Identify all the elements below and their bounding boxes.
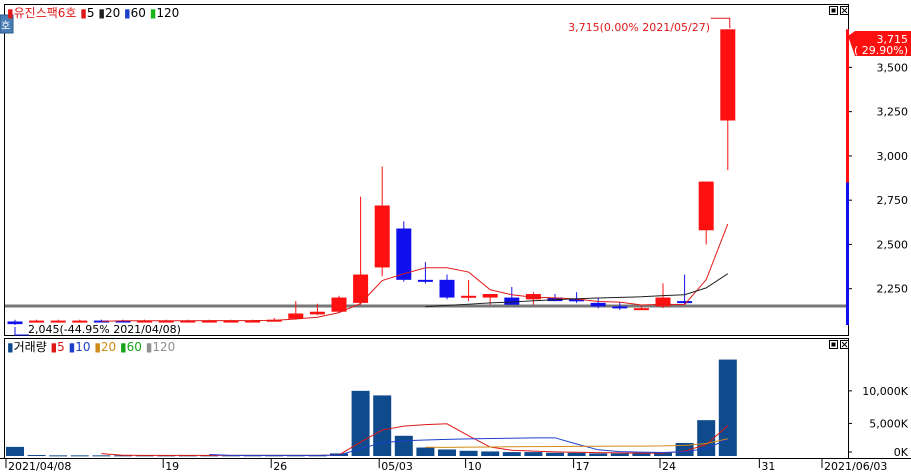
candle-body (655, 297, 671, 307)
vol-ma-label: 20 (101, 340, 116, 354)
high-annotation: 3,715(0.00% 2021/05/27) (568, 21, 710, 34)
maximize-glyph (831, 8, 836, 13)
volume-bar (70, 455, 89, 457)
ma-label: 5 (87, 6, 95, 20)
candle-body (417, 279, 433, 282)
candle-body (504, 297, 520, 305)
candle-body (288, 313, 304, 319)
volume-bar (373, 395, 392, 456)
candle-body (439, 279, 455, 298)
candle-body (353, 274, 369, 303)
volume-bar (459, 450, 478, 456)
ma-marker: ▮ (76, 6, 86, 20)
ma-marker: ▮ (47, 340, 57, 354)
ma-marker: ▮ (120, 6, 130, 20)
low-annotation: 2,045(-44.95% 2021/04/08) (28, 323, 181, 336)
volume-legend: ▮거래량 ▮5 ▮10 ▮20 ▮60 ▮120 (7, 340, 175, 354)
volume-bar (589, 453, 608, 456)
vol-ma-label: 120 (152, 340, 175, 354)
y-tick-label: 2,500 (877, 238, 909, 251)
candle-body (7, 321, 23, 325)
ma-marker: ▮ (65, 340, 75, 354)
series-marker: ▮ (7, 340, 14, 354)
series-marker: ▮ (7, 6, 14, 20)
ma-marker: ▮ (95, 6, 105, 20)
vol-ma-label: 5 (57, 340, 65, 354)
ma-marker: ▮ (91, 340, 101, 354)
candle-body (482, 294, 498, 298)
y-tick-label: 3,250 (877, 106, 909, 119)
ma-marker: ▮ (146, 6, 156, 20)
volume-bar (481, 451, 500, 456)
level-bar-up (846, 29, 849, 183)
volume-bar (502, 452, 521, 456)
x-tick-label: 31 (761, 460, 775, 473)
ma-label: 60 (131, 6, 146, 20)
x-tick-label: 2021/06/03 (824, 460, 887, 473)
y-tick-label: 2,750 (877, 194, 909, 207)
candle-body (461, 295, 477, 298)
y-tick-label: 3,000 (877, 150, 909, 163)
ma-marker: ▮ (142, 340, 152, 354)
volume-bar (610, 453, 629, 456)
stock-name: 유진스팩6호 (14, 6, 77, 20)
side-tab-label: 호 (1, 20, 10, 32)
candle-body (677, 301, 693, 304)
volume-bar (416, 447, 435, 456)
price-tag-change: ( 29.90%) (854, 44, 908, 57)
volume-bar (524, 452, 543, 456)
ma-marker: ▮ (116, 340, 126, 354)
volume-tick-label: 5,000K (869, 417, 908, 430)
candle-body (590, 302, 606, 307)
volume-bar (697, 420, 716, 456)
candle-body (633, 308, 649, 311)
volume-bar (567, 452, 586, 456)
x-tick-label: 05/03 (381, 460, 413, 473)
volume-bar (49, 455, 68, 457)
volume-bar (546, 452, 564, 456)
candle-body (698, 181, 714, 231)
x-tick-label: 26 (273, 460, 287, 473)
stock-chart: 호▮유진스팩6호 ▮5 ▮20 ▮60 ▮120▮거래량 ▮5 ▮10 ▮20 … (0, 4, 911, 473)
x-tick-label: 2021/04/08 (8, 460, 71, 473)
level-bar-down (846, 182, 849, 325)
volume-bar (438, 449, 456, 456)
candle-body (374, 205, 390, 268)
volume-bar (27, 455, 46, 457)
price-legend: ▮유진스팩6호 ▮5 ▮20 ▮60 ▮120 (7, 6, 179, 20)
volume-bar (6, 446, 24, 456)
volume-bar (394, 435, 413, 456)
volume-tick-label: 10,000K (862, 385, 908, 398)
vol-ma-label: 60 (127, 340, 142, 354)
volume-bar (632, 453, 651, 456)
x-tick-label: 17 (576, 460, 590, 473)
ma-label: 120 (156, 6, 179, 20)
candle-body (331, 297, 347, 312)
candle-body (720, 29, 736, 121)
x-tick-label: 19 (165, 460, 179, 473)
ma-label: 20 (105, 6, 120, 20)
vol-ma-label: 10 (75, 340, 90, 354)
candle-body (612, 306, 628, 309)
volume-label: 거래량 (14, 340, 47, 354)
x-tick-label: 10 (468, 460, 482, 473)
y-tick-label: 2,250 (877, 283, 909, 296)
volume-tick-label: 0K (894, 446, 909, 459)
candle-body (309, 311, 325, 315)
x-tick-label: 24 (662, 460, 676, 473)
y-tick-label: 3,500 (877, 61, 909, 74)
maximize-glyph (831, 342, 836, 347)
volume-bar (92, 455, 111, 457)
